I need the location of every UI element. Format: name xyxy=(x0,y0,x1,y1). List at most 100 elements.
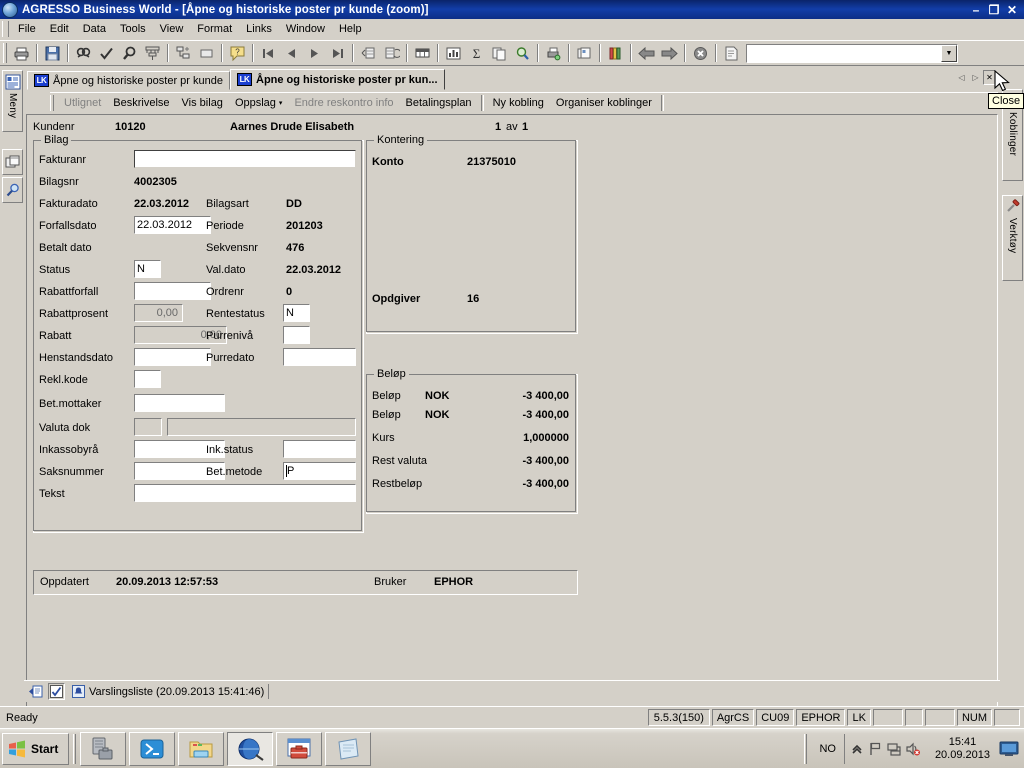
save-icon[interactable] xyxy=(41,42,64,64)
delete-row-icon[interactable] xyxy=(380,42,403,64)
saksnummer-label: Saksnummer xyxy=(39,466,104,478)
purreniva-field[interactable] xyxy=(283,326,310,344)
table-icon[interactable] xyxy=(411,42,434,64)
last-record-icon[interactable] xyxy=(326,42,349,64)
window-icon[interactable] xyxy=(195,42,218,64)
back-icon[interactable] xyxy=(635,42,658,64)
checkbox-icon xyxy=(50,685,63,698)
valuta-dok-code-field[interactable] xyxy=(134,418,162,436)
zoom-icon[interactable] xyxy=(118,42,141,64)
tekst-field[interactable] xyxy=(134,484,356,502)
henstandsdato-field[interactable] xyxy=(134,348,211,366)
print-preview-icon[interactable] xyxy=(542,42,565,64)
taskbar-item-explorer[interactable] xyxy=(178,731,225,766)
tab-prev-button[interactable]: ◁ xyxy=(955,70,968,85)
menu-grip[interactable] xyxy=(2,20,9,37)
document-tab-1[interactable]: LK Åpne og historiske poster pr kunde xyxy=(27,71,230,90)
minimize-button[interactable]: – xyxy=(968,3,984,17)
filter-icon[interactable] xyxy=(141,42,164,64)
kundenr-value: 10120 xyxy=(115,121,146,133)
restore-button[interactable]: ❐ xyxy=(986,3,1002,17)
kurs-label: Kurs xyxy=(372,432,395,444)
start-button[interactable]: Start xyxy=(2,732,70,765)
menu-item-data[interactable]: Data xyxy=(76,21,113,37)
menu-item-format[interactable]: Format xyxy=(190,21,239,37)
taskbar-item-server-toolbox[interactable] xyxy=(80,731,127,766)
bet-metode-field[interactable]: P xyxy=(283,462,356,480)
next-record-icon[interactable] xyxy=(303,42,326,64)
hierarchy-icon[interactable] xyxy=(172,42,195,64)
function-organiser-koblinger[interactable]: Organiser koblinger xyxy=(550,95,658,111)
volume-muted-icon[interactable] xyxy=(906,742,921,756)
document-icon[interactable] xyxy=(720,42,743,64)
bilagsnr-label: Bilagsnr xyxy=(39,176,79,188)
tray-language-indicator[interactable]: NO xyxy=(811,743,844,755)
ink-status-field[interactable] xyxy=(283,440,356,458)
menu-item-window[interactable]: Window xyxy=(279,21,332,37)
toolbar-grip[interactable] xyxy=(3,43,7,63)
menu-item-tools[interactable]: Tools xyxy=(113,21,153,37)
function-betalingsplan[interactable]: Betalingsplan xyxy=(400,95,478,111)
books-icon[interactable] xyxy=(604,42,627,64)
sidebar-item-verktoy[interactable]: Verktøy xyxy=(1002,195,1023,281)
sidebar-search-button[interactable] xyxy=(2,177,23,203)
function-vis-bilag[interactable]: Vis bilag xyxy=(176,95,229,111)
fakturanr-field[interactable] xyxy=(134,150,356,168)
status-version: 5.5.3(150) xyxy=(647,709,710,726)
checkbox-button[interactable] xyxy=(48,683,65,700)
chevron-down-icon[interactable]: ▼ xyxy=(941,44,957,62)
previous-record-icon[interactable] xyxy=(280,42,303,64)
function-oppslag[interactable]: Oppslag ▾ xyxy=(229,95,289,111)
menu-item-links[interactable]: Links xyxy=(239,21,279,37)
sum-icon[interactable]: Σ xyxy=(465,42,488,64)
function-beskrivelse[interactable]: Beskrivelse xyxy=(107,95,175,111)
menu-item-edit[interactable]: Edit xyxy=(43,21,76,37)
cancel-icon[interactable] xyxy=(689,42,712,64)
toolbar-search-combo[interactable]: ▼ xyxy=(746,43,958,63)
show-hidden-icons[interactable] xyxy=(851,743,863,755)
valuta-dok-field[interactable] xyxy=(167,418,356,436)
forward-icon[interactable] xyxy=(658,42,681,64)
function-band-grip[interactable] xyxy=(50,94,54,111)
taskbar-item-powershell[interactable] xyxy=(129,731,176,766)
rabattforfall-field[interactable] xyxy=(134,282,211,300)
document-tab-2[interactable]: LK Åpne og historiske poster pr kun... xyxy=(230,69,445,90)
bet-mottaker-field[interactable] xyxy=(134,394,225,412)
taskbar-item-agresso[interactable] xyxy=(227,731,274,766)
insert-row-icon[interactable] xyxy=(357,42,380,64)
rabattprosent-field[interactable]: 0,00 xyxy=(134,304,183,322)
status-field[interactable]: N xyxy=(134,260,161,278)
server-toolbox-icon xyxy=(92,737,113,759)
flag-icon[interactable] xyxy=(868,742,882,756)
copy-icon[interactable] xyxy=(488,42,511,64)
rekl-kode-field[interactable] xyxy=(134,370,161,388)
query-icon[interactable] xyxy=(511,42,534,64)
list-item[interactable]: Varslingsliste (20.09.2013 15:41:46) xyxy=(68,684,270,699)
function-ny-kobling[interactable]: Ny kobling xyxy=(487,95,550,111)
first-record-icon[interactable] xyxy=(257,42,280,64)
purredato-field[interactable] xyxy=(283,348,356,366)
menu-item-view[interactable]: View xyxy=(153,21,191,37)
rentestatus-field[interactable]: N xyxy=(283,304,310,322)
windows-logo-icon xyxy=(9,740,25,757)
print-icon[interactable] xyxy=(10,42,33,64)
menu-item-file[interactable]: File xyxy=(11,21,43,37)
network-icon[interactable] xyxy=(887,742,901,756)
cards-icon[interactable] xyxy=(573,42,596,64)
help-icon[interactable]: ? xyxy=(226,42,249,64)
menu-item-help[interactable]: Help xyxy=(332,21,369,37)
tray-clock[interactable]: 15:41 20.09.2013 xyxy=(927,736,998,762)
tab-next-button[interactable]: ▷ xyxy=(969,70,982,85)
close-button[interactable]: ✕ xyxy=(1004,3,1020,17)
check-icon[interactable] xyxy=(95,42,118,64)
taskbar-item-toolbox-window[interactable] xyxy=(276,731,323,766)
taskbar-item-notepad[interactable] xyxy=(325,731,372,766)
new-window-button[interactable] xyxy=(28,683,45,700)
forfallsdato-field[interactable]: 22.03.2012 xyxy=(134,216,211,234)
sidebar-item-meny[interactable]: Meny xyxy=(2,70,23,132)
sidebar-copy-windows-button[interactable] xyxy=(2,149,23,175)
chart-icon[interactable] xyxy=(442,42,465,64)
show-desktop-icon[interactable] xyxy=(998,740,1020,758)
valuta-dok-label: Valuta dok xyxy=(39,422,91,434)
find-icon[interactable] xyxy=(72,42,95,64)
